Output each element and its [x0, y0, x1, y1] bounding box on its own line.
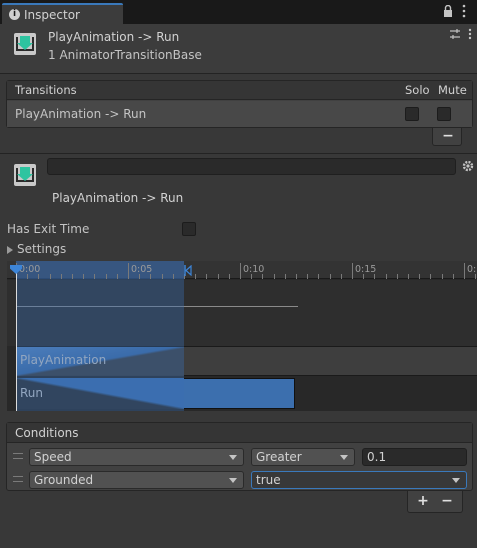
- transition-row-label: PlayAnimation -> Run: [15, 107, 147, 121]
- has-exit-time-label: Has Exit Time: [7, 222, 90, 236]
- transition-icon: [14, 33, 36, 55]
- transition-timeline[interactable]: PlayAnimation Run 0:00 0:05 0:10 0:15 0:: [7, 261, 477, 411]
- ruler-tick: [161, 274, 163, 279]
- ruler-tick: [363, 274, 365, 279]
- dropdown-arrow-icon: [229, 455, 237, 460]
- ruler-tick: [374, 274, 376, 279]
- ruler-ticks: [7, 261, 477, 279]
- transitions-header-label: Transitions: [15, 83, 77, 97]
- settings-foldout[interactable]: Settings: [17, 242, 66, 256]
- condition-mode-value: true: [256, 473, 281, 487]
- ruler-tick: [296, 274, 297, 279]
- dropdown-arrow-icon: [229, 478, 237, 483]
- condition-mode-dropdown[interactable]: Greater: [251, 448, 355, 466]
- ruler-tick: [441, 274, 443, 279]
- ruler-tick: [396, 274, 398, 279]
- transition-row[interactable]: PlayAnimation -> Run: [7, 101, 472, 127]
- ruler-tick: [49, 274, 51, 279]
- lock-icon[interactable]: [443, 5, 453, 17]
- ruler-tick: [430, 274, 432, 279]
- inspector-header: PlayAnimation -> Run 1 AnimatorTransitio…: [0, 24, 477, 74]
- has-exit-time-checkbox[interactable]: [182, 222, 196, 236]
- preset-sliders-icon[interactable]: [449, 28, 461, 40]
- transition-end-marker-icon[interactable]: [184, 265, 192, 276]
- gear-icon[interactable]: [462, 160, 474, 172]
- solo-checkbox[interactable]: [405, 107, 419, 121]
- ruler-tick: [251, 274, 253, 279]
- tab-label: Inspector: [24, 8, 80, 22]
- ruler-tick: [139, 274, 141, 279]
- mute-column-label: Mute: [438, 83, 467, 97]
- dropdown-arrow-icon: [340, 455, 348, 460]
- ruler-tick: [284, 274, 286, 279]
- ruler-tick: [72, 274, 73, 279]
- divider: [0, 153, 477, 154]
- conditions-list: Conditions Speed Greater 0.1 Grounded tr…: [6, 422, 473, 491]
- ruler-tick: [60, 274, 62, 279]
- remove-transition-button[interactable]: −: [433, 128, 463, 144]
- ruler-tick: [307, 274, 309, 279]
- ruler-tick: [105, 274, 107, 279]
- condition-mode-value: Greater: [256, 450, 302, 464]
- ruler-tick: [27, 274, 29, 279]
- info-icon: i: [9, 9, 20, 20]
- ruler-tick: [408, 274, 409, 279]
- dropdown-arrow-icon: [452, 478, 460, 483]
- ruler-tick: [352, 263, 353, 279]
- header-title: PlayAnimation -> Run: [48, 30, 180, 44]
- transition-name-label: PlayAnimation -> Run: [52, 191, 184, 205]
- playhead-line: [16, 269, 17, 411]
- ruler-tick: [262, 274, 264, 279]
- ruler-tick: [273, 274, 275, 279]
- tab-inspector[interactable]: i Inspector: [2, 3, 123, 24]
- conditions-list-header: Conditions: [7, 423, 472, 443]
- ruler-tick: [419, 274, 421, 279]
- ruler-tick: [217, 274, 219, 279]
- timeline-ruler[interactable]: 0:00 0:05 0:10 0:15 0:: [7, 261, 477, 279]
- add-condition-button[interactable]: +: [413, 493, 433, 509]
- condition-parameter-dropdown[interactable]: Grounded: [29, 471, 244, 489]
- condition-parameter-value: Speed: [34, 450, 72, 464]
- transition-duration-range[interactable]: [16, 261, 184, 411]
- ruler-tick: [195, 274, 197, 279]
- foldout-arrow-icon[interactable]: [7, 246, 13, 254]
- conditions-header-label: Conditions: [15, 426, 79, 440]
- transition-settings-icon: [14, 164, 36, 186]
- transitions-footer: −: [432, 128, 462, 146]
- menu-dots-icon[interactable]: [461, 4, 467, 18]
- tab-strip: i Inspector: [0, 0, 477, 24]
- ruler-tick: [83, 274, 85, 279]
- solo-column-label: Solo: [405, 83, 430, 97]
- ruler-tick: [452, 274, 454, 279]
- header-menu-dots-icon[interactable]: [467, 28, 473, 40]
- ruler-tick: [116, 274, 118, 279]
- ruler-tick: [340, 274, 342, 279]
- transitions-list-header: Transitions Solo Mute: [7, 81, 472, 100]
- ruler-tick: [228, 274, 230, 279]
- transition-name-field[interactable]: [47, 158, 456, 175]
- condition-parameter-dropdown[interactable]: Speed: [29, 448, 244, 466]
- drag-handle-icon[interactable]: [13, 453, 23, 459]
- remove-condition-button[interactable]: −: [437, 493, 457, 509]
- ruler-tick: [38, 274, 40, 279]
- header-subtitle: 1 AnimatorTransitionBase: [48, 48, 202, 62]
- condition-parameter-value: Grounded: [34, 473, 94, 487]
- mute-checkbox[interactable]: [437, 107, 451, 121]
- ruler-tick: [464, 263, 465, 279]
- conditions-footer: + −: [407, 491, 463, 513]
- ruler-tick: [150, 274, 152, 279]
- ruler-tick: [475, 274, 477, 279]
- ruler-tick: [206, 274, 208, 279]
- ruler-tick: [240, 263, 241, 279]
- condition-mode-dropdown[interactable]: true: [251, 471, 467, 489]
- ruler-tick: [385, 274, 387, 279]
- drag-handle-icon[interactable]: [13, 476, 23, 482]
- ruler-tick: [94, 274, 96, 279]
- condition-threshold-field[interactable]: 0.1: [362, 448, 467, 466]
- ruler-tick: [172, 274, 174, 279]
- ruler-tick: [318, 274, 320, 279]
- ruler-tick: [128, 263, 129, 279]
- transitions-list: Transitions Solo Mute PlayAnimation -> R…: [6, 80, 473, 128]
- ruler-tick: [329, 274, 331, 279]
